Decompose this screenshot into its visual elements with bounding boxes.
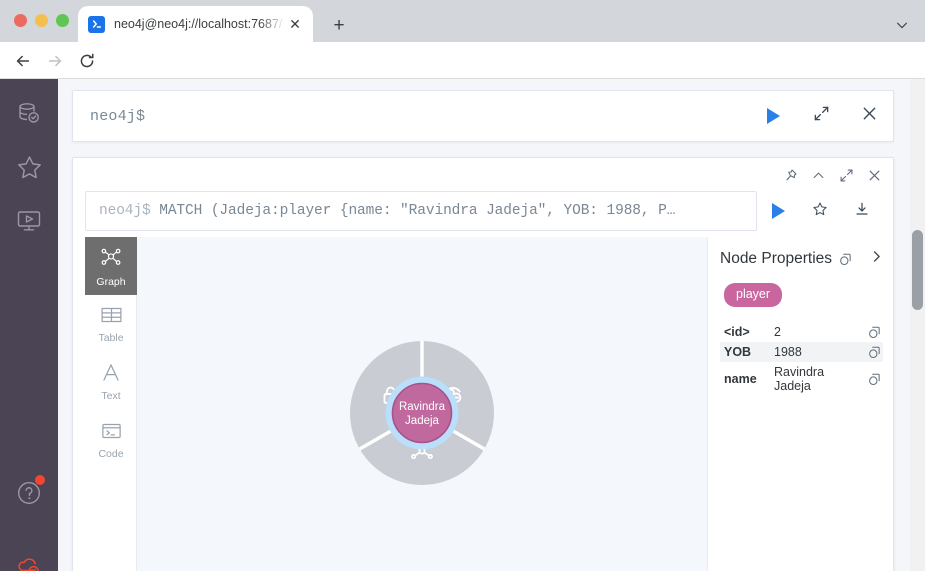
table-row: name Ravindra Jadeja xyxy=(720,362,883,396)
text-icon xyxy=(100,362,122,388)
close-icon xyxy=(861,105,878,127)
reload-icon[interactable] xyxy=(74,48,100,74)
property-key: <id> xyxy=(724,325,750,339)
neo4j-main: neo4j$ neo4j$ MATCH (Jadeja:player {name… xyxy=(58,79,925,571)
sidebar-item-favorites[interactable] xyxy=(0,141,58,193)
node-label-chip[interactable]: player xyxy=(724,283,783,307)
sidebar-item-help[interactable] xyxy=(0,467,58,519)
window-controls xyxy=(14,14,69,27)
node-properties-title: Node Properties xyxy=(720,250,833,267)
copy-all-icon[interactable] xyxy=(839,253,852,266)
property-value: Ravindra Jadeja xyxy=(774,365,825,393)
copy-value-button[interactable] xyxy=(863,342,883,362)
table-row: YOB 1988 xyxy=(720,342,883,362)
chrome-toolbar: localhost:7474/browser/ xyxy=(0,42,925,117)
download-result-button[interactable] xyxy=(841,191,883,231)
star-icon xyxy=(812,201,828,222)
browser-window: neo4j@neo4j://localhost:7687/ ✕ + localh… xyxy=(0,0,925,571)
view-mode-graph[interactable]: Graph xyxy=(85,237,137,295)
play-icon xyxy=(766,108,780,124)
view-mode-rail: Graph Table Text Code xyxy=(85,237,137,571)
chrome-tab-bar: neo4j@neo4j://localhost:7687/ ✕ + xyxy=(0,0,925,42)
property-key: YOB xyxy=(724,345,752,359)
view-mode-code[interactable]: Code xyxy=(85,411,137,469)
property-value: 2 xyxy=(774,325,781,339)
query-editor[interactable]: neo4j$ xyxy=(72,90,894,142)
graph-canvas[interactable]: Ravindra Jadeja xyxy=(137,237,707,571)
minimize-window-button[interactable] xyxy=(35,14,48,27)
copy-value-button[interactable] xyxy=(863,322,883,342)
query-body: MATCH (Jadeja:player {name: "Ravindra Ja… xyxy=(159,203,676,219)
terminal-icon xyxy=(88,15,105,33)
node-properties-panel: Node Properties player <id> 2 YOB 1988 n… xyxy=(707,237,893,571)
node-caption-line2: Jadeja xyxy=(405,415,439,427)
table-icon xyxy=(100,305,123,330)
fullscreen-icon xyxy=(813,105,830,127)
pin-icon[interactable] xyxy=(777,162,803,188)
page-scrollbar-thumb[interactable] xyxy=(912,230,923,310)
fullscreen-icon[interactable] xyxy=(833,162,859,188)
collapse-panel-icon[interactable] xyxy=(867,247,885,265)
view-mode-table-label: Table xyxy=(98,331,124,344)
frame-query-text: neo4j$ MATCH (Jadeja:player {name: "Ravi… xyxy=(99,203,675,219)
run-query-button[interactable] xyxy=(749,90,797,142)
node-properties-table: <id> 2 YOB 1988 name Ravindra Jadeja xyxy=(720,322,883,396)
close-window-button[interactable] xyxy=(14,14,27,27)
sidebar-item-database[interactable] xyxy=(0,87,58,139)
frame-query-input[interactable]: neo4j$ MATCH (Jadeja:player {name: "Ravi… xyxy=(85,191,757,231)
new-tab-button[interactable]: + xyxy=(326,12,352,38)
clear-editor-button[interactable] xyxy=(845,90,893,142)
collapse-icon[interactable] xyxy=(805,162,831,188)
close-icon[interactable]: ✕ xyxy=(285,14,305,34)
frame-stream: neo4j$ neo4j$ MATCH (Jadeja:player {name… xyxy=(58,79,910,571)
rerun-query-button[interactable] xyxy=(757,191,799,231)
sidebar-item-connection-status[interactable] xyxy=(0,541,58,571)
graph-icon xyxy=(99,245,123,274)
code-icon xyxy=(100,421,123,446)
save-favorite-button[interactable] xyxy=(799,191,841,231)
copy-value-button[interactable] xyxy=(863,362,883,396)
node-properties-header: Node Properties xyxy=(720,250,883,268)
back-icon[interactable] xyxy=(10,48,36,74)
property-value: 1988 xyxy=(774,345,802,359)
table-row: <id> 2 xyxy=(720,322,883,342)
node-circle xyxy=(391,382,453,443)
frame-titlebar xyxy=(73,158,893,191)
play-icon xyxy=(771,203,785,219)
cloud-error-icon xyxy=(15,553,43,571)
view-mode-text-label: Text xyxy=(101,390,121,403)
expand-editor-button[interactable] xyxy=(797,90,845,142)
editor-prompt[interactable]: neo4j$ xyxy=(73,108,749,125)
neo4j-sidebar xyxy=(0,79,58,571)
forward-icon xyxy=(42,48,68,74)
frame-query-bar: neo4j$ MATCH (Jadeja:player {name: "Ravi… xyxy=(85,191,883,231)
view-mode-code-label: Code xyxy=(98,447,124,460)
download-icon xyxy=(854,201,870,222)
node-caption-line1: Ravindra xyxy=(399,401,446,413)
close-icon[interactable] xyxy=(861,162,887,188)
frame-actions xyxy=(777,162,887,188)
graph-node[interactable]: Ravindra Jadeja xyxy=(347,338,497,488)
view-mode-text[interactable]: Text xyxy=(85,353,137,411)
page-scrollbar-track[interactable] xyxy=(910,79,925,571)
result-frame: neo4j$ MATCH (Jadeja:player {name: "Ravi… xyxy=(72,157,894,571)
guides-icon xyxy=(15,207,43,235)
view-mode-graph-label: Graph xyxy=(96,275,126,288)
help-badge xyxy=(35,475,45,485)
node-label-chips: player xyxy=(724,268,883,307)
view-mode-table[interactable]: Table xyxy=(85,295,137,353)
sidebar-item-guides[interactable] xyxy=(0,195,58,247)
property-key: name xyxy=(724,372,757,386)
maximize-window-button[interactable] xyxy=(56,14,69,27)
database-check-icon xyxy=(15,99,43,127)
query-prompt-prefix: neo4j$ xyxy=(99,203,151,219)
tab-search-chevron-down-icon[interactable] xyxy=(889,12,915,38)
tab-title: neo4j@neo4j://localhost:7687/ xyxy=(114,17,283,31)
browser-tab[interactable]: neo4j@neo4j://localhost:7687/ ✕ xyxy=(78,6,313,42)
star-icon xyxy=(16,154,43,181)
